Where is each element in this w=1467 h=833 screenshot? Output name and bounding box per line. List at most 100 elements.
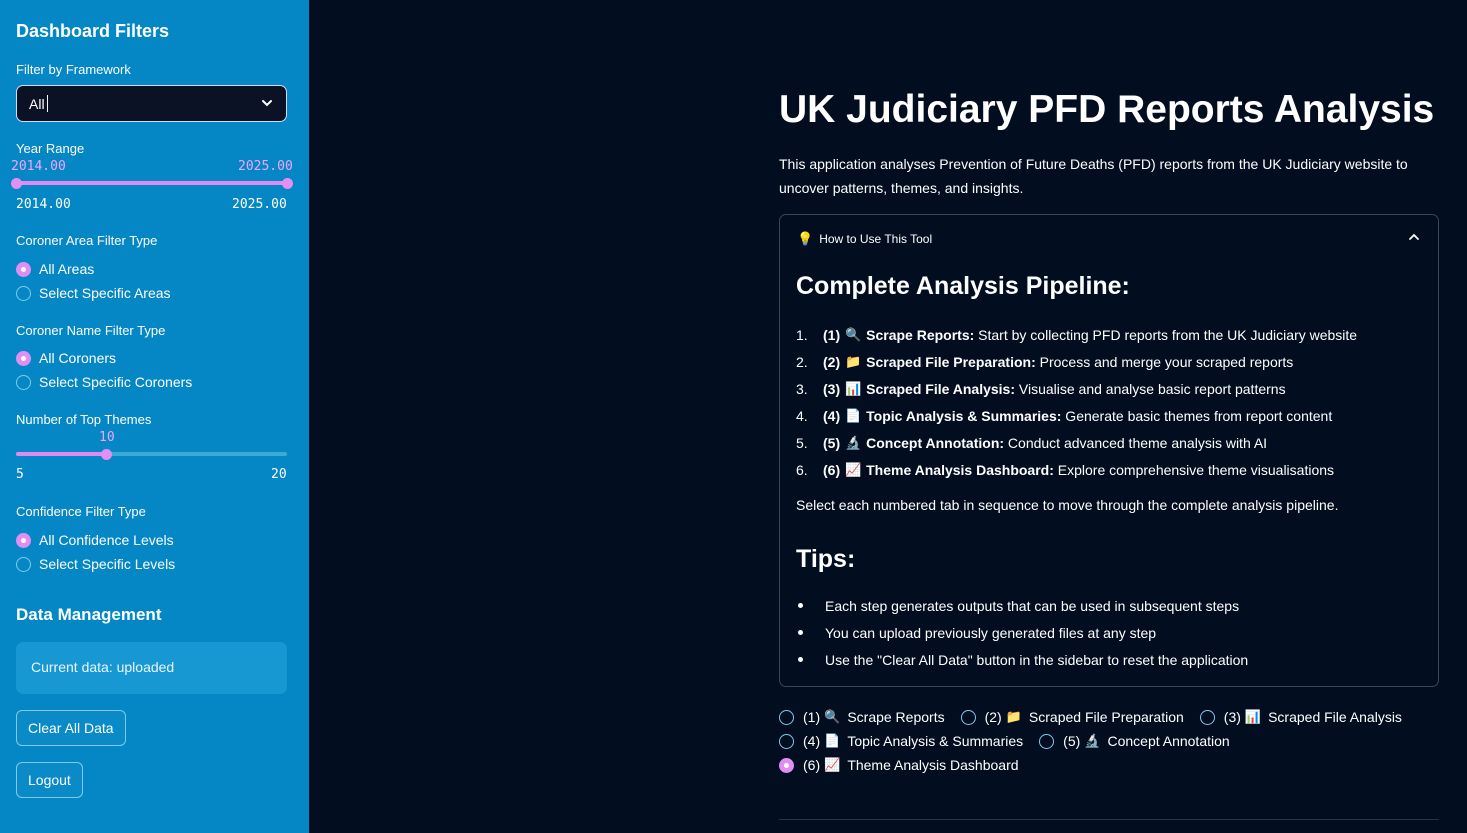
tab-label: Theme Analysis Dashboard — [847, 757, 1019, 773]
bullet — [798, 657, 803, 662]
framework-select[interactable]: All — [16, 85, 287, 122]
radio-button[interactable] — [16, 556, 31, 572]
coroner-area-label: Coroner Area Filter Type — [16, 233, 158, 248]
tab-scrape-reports[interactable]: (1) 🔍 Scrape Reports — [779, 709, 945, 725]
step-name: Topic Analysis & Summaries: — [866, 407, 1062, 424]
magnifier-icon: 🔍 — [845, 326, 862, 342]
radio-label: All Areas — [39, 261, 95, 277]
tips-heading: Tips: — [796, 545, 856, 573]
framework-label: Filter by Framework — [16, 62, 131, 77]
logout-button[interactable]: Logout — [16, 762, 83, 798]
clear-all-data-button[interactable]: Clear All Data — [16, 710, 126, 746]
coroner-name-label: Coroner Name Filter Type — [16, 323, 166, 338]
step-number: 6. — [796, 461, 808, 478]
radio-button[interactable] — [779, 733, 794, 749]
radio-button[interactable] — [779, 709, 794, 725]
tab-scraped-file-analysis[interactable]: (3) 📊 Scraped File Analysis — [1199, 709, 1402, 725]
step-name: Scraped File Analysis: — [866, 380, 1015, 397]
tip-text: You can upload previously generated file… — [825, 624, 1157, 641]
text-caret — [46, 95, 48, 112]
step-tag: (3) — [823, 380, 841, 397]
step-desc: Start by collecting PFD reports from the… — [974, 326, 1358, 343]
radio-button-selected[interactable] — [779, 757, 794, 773]
radio-button[interactable] — [16, 374, 31, 390]
radio-all-areas[interactable]: All Areas — [16, 261, 94, 277]
radio-button-selected[interactable] — [16, 261, 31, 277]
radio-label: Select Specific Areas — [39, 285, 171, 301]
tab-tag: (5) — [1063, 733, 1081, 749]
radio-button[interactable] — [960, 709, 976, 725]
tab-scraped-file-preparation[interactable]: (2) 📁 Scraped File Preparation — [960, 709, 1184, 725]
radio-all-confidence[interactable]: All Confidence Levels — [16, 532, 174, 548]
year-range-min: 2014.00 — [16, 197, 71, 212]
list-item: Each step generates outputs that can be … — [796, 592, 1248, 619]
chevron-up-icon[interactable] — [1408, 231, 1420, 243]
year-range-low-thumb[interactable] — [11, 178, 22, 189]
radio-button[interactable] — [1039, 733, 1055, 749]
year-range-low-value: 2014.00 — [11, 159, 66, 174]
radio-button[interactable] — [16, 285, 31, 301]
year-range-high-value: 2025.00 — [238, 159, 293, 174]
how-to-use-expander: 💡 How to Use This Tool Complete Analysis… — [779, 214, 1439, 687]
tab-theme-analysis-dashboard[interactable]: (6) 📈 Theme Analysis Dashboard — [779, 757, 1019, 773]
framework-select-value: All — [29, 95, 45, 112]
year-range-max: 2025.00 — [232, 197, 287, 212]
step-name: Scrape Reports: — [866, 326, 975, 343]
radio-specific-areas[interactable]: Select Specific Areas — [16, 285, 171, 301]
radio-specific-levels[interactable]: Select Specific Levels — [16, 556, 175, 572]
current-data-info: Current data: uploaded — [16, 642, 287, 694]
tab-label: Topic Analysis & Summaries — [847, 733, 1024, 749]
confidence-label: Confidence Filter Type — [16, 504, 146, 519]
tip-text: Use the "Clear All Data" button in the s… — [825, 651, 1249, 668]
list-item: 4. (4) 📄 Topic Analysis & Summaries: Genera… — [796, 402, 1357, 429]
tip-text: Each step generates outputs that can be … — [825, 597, 1240, 614]
page-title: UK Judiciary PFD Reports Analysis — [779, 88, 1435, 131]
radio-all-coroners[interactable]: All Coroners — [16, 350, 116, 366]
bar-chart-icon: 📊 — [845, 380, 862, 396]
list-item: 5. (5) 🔬 Concept Annotation: Conduct advanc… — [796, 429, 1357, 456]
radio-button-selected[interactable] — [16, 350, 31, 366]
data-management-heading: Data Management — [16, 605, 162, 624]
step-desc: Generate basic themes from report conten… — [1061, 407, 1333, 424]
radio-button[interactable] — [1199, 709, 1215, 725]
step-tag: (5) — [823, 434, 841, 451]
top-themes-fill — [16, 452, 107, 456]
list-item: 6. (6) 📈 Theme Analysis Dashboard: Explore … — [796, 456, 1357, 483]
tips-list: Each step generates outputs that can be … — [796, 592, 1248, 673]
microscope-icon: 🔬 — [1084, 733, 1101, 748]
folder-icon: 📁 — [1005, 709, 1022, 724]
step-tag: (1) — [823, 326, 841, 343]
tab-label: Scraped File Preparation — [1028, 709, 1184, 725]
step-name: Concept Annotation: — [866, 434, 1005, 451]
divider — [779, 819, 1439, 820]
bar-chart-icon: 📊 — [1244, 709, 1262, 724]
radio-label: All Confidence Levels — [39, 532, 174, 548]
bullet — [798, 630, 803, 635]
year-range-track[interactable] — [16, 181, 287, 185]
top-themes-thumb[interactable] — [100, 449, 112, 460]
year-range-label: Year Range — [16, 141, 85, 156]
tab-tag: (1) — [803, 709, 821, 725]
sidebar-title: Dashboard Filters — [16, 21, 170, 41]
list-item: You can upload previously generated file… — [796, 619, 1248, 646]
expander-header[interactable]: 💡 How to Use This Tool — [797, 231, 932, 247]
radio-specific-coroners[interactable]: Select Specific Coroners — [16, 374, 192, 390]
top-themes-value: 10 — [99, 430, 115, 445]
step-tag: (4) — [823, 407, 841, 424]
radio-button-selected[interactable] — [16, 532, 31, 548]
list-item: 2. (2) 📁 Scraped File Preparation: Process … — [796, 348, 1357, 375]
radio-label: Select Specific Levels — [39, 556, 176, 572]
tab-tag: (4) — [803, 733, 821, 749]
tab-concept-annotation[interactable]: (5) 🔬 Concept Annotation — [1039, 733, 1230, 749]
step-number: 4. — [796, 407, 808, 424]
tab-topic-analysis[interactable]: (4) 📄 Topic Analysis & Summaries — [779, 733, 1023, 749]
trend-chart-icon: 📈 — [845, 461, 862, 477]
step-name: Theme Analysis Dashboard: — [866, 461, 1054, 478]
list-item: Use the "Clear All Data" button in the s… — [796, 646, 1248, 673]
tab-tag: (2) — [984, 709, 1002, 725]
pipeline-steps-list: 1. (1) 🔍 Scrape Reports: Start by collectin… — [796, 321, 1357, 483]
radio-label: All Coroners — [39, 350, 117, 366]
year-range-high-thumb[interactable] — [282, 178, 293, 189]
step-desc: Conduct advanced theme analysis with AI — [1004, 434, 1268, 451]
folder-icon: 📁 — [845, 353, 862, 369]
